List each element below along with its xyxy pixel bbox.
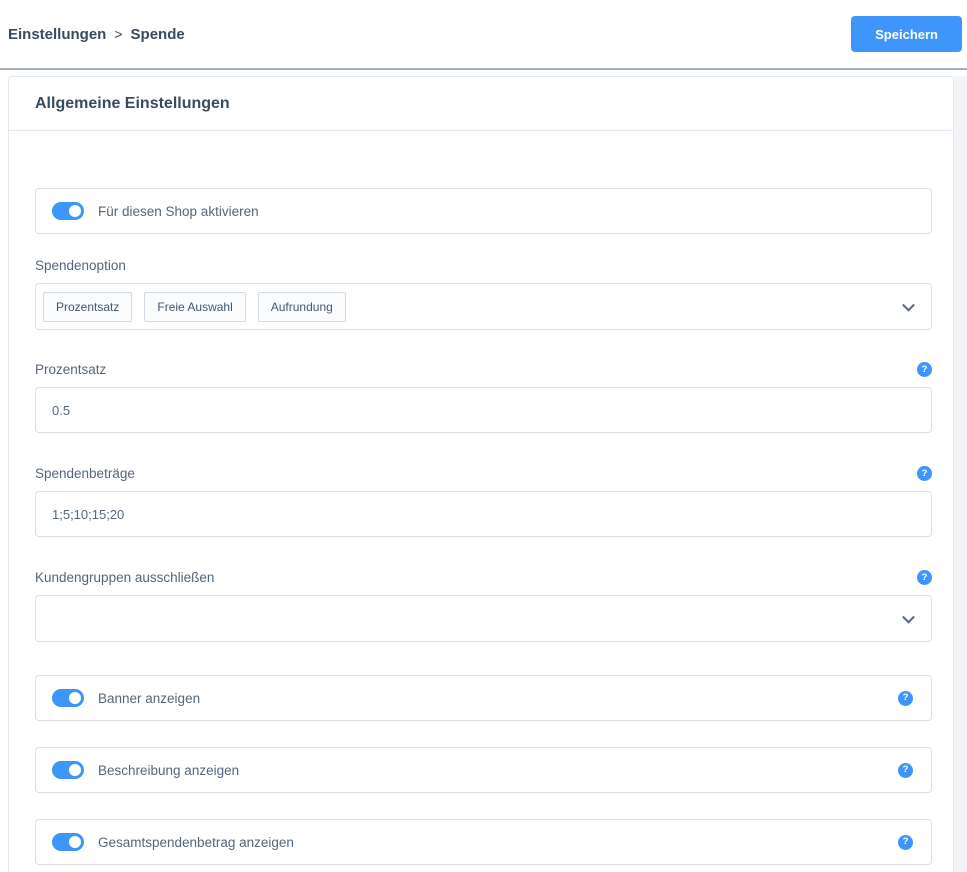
toggle-knob <box>69 692 81 704</box>
field-label-row: Prozentsatz ? <box>35 362 932 377</box>
chevron-down-icon[interactable] <box>902 610 915 624</box>
toggle-switch-on[interactable] <box>52 761 84 779</box>
toggle-switch-on[interactable] <box>52 689 84 707</box>
card-body: Für diesen Shop aktivieren Spendenoption… <box>9 131 953 865</box>
breadcrumb: Einstellungen > Spende <box>8 26 185 43</box>
percentage-input[interactable] <box>35 387 932 433</box>
toggle-switch-on[interactable] <box>52 833 84 851</box>
field-label-row: Spendenbeträge ? <box>35 466 932 481</box>
toggle-label: Für diesen Shop aktivieren <box>98 203 259 219</box>
help-icon[interactable]: ? <box>898 834 913 850</box>
field-label-row: Spendenoption <box>35 258 932 273</box>
page-content: Allgemeine Einstellungen Für diesen Shop… <box>0 76 967 872</box>
toggle-row-activate[interactable]: Für diesen Shop aktivieren <box>35 188 932 234</box>
save-button[interactable]: Speichern <box>851 16 962 52</box>
field-label: Kundengruppen ausschließen <box>35 570 215 585</box>
scrollbar[interactable] <box>954 76 967 872</box>
toggle-knob <box>69 836 81 848</box>
help-icon[interactable]: ? <box>917 466 932 481</box>
help-icon[interactable]: ? <box>917 570 932 585</box>
field-label: Spendenbeträge <box>35 466 135 481</box>
smart-bar: Einstellungen > Spende Speichern <box>0 0 967 68</box>
toggle-row-show-banner[interactable]: Banner anzeigen ? <box>35 675 932 721</box>
toggle-label: Banner anzeigen <box>98 690 201 706</box>
field-percentage: Prozentsatz ? <box>35 362 932 433</box>
field-exclude-customer-groups: Kundengruppen ausschließen ? <box>35 570 932 642</box>
field-label: Prozentsatz <box>35 362 107 377</box>
donation-amounts-input[interactable] <box>35 491 932 537</box>
help-icon[interactable]: ? <box>917 362 932 377</box>
field-donation-amounts: Spendenbeträge ? <box>35 466 932 537</box>
breadcrumb-parent[interactable]: Einstellungen <box>8 26 106 43</box>
chevron-right-icon: > <box>114 26 123 42</box>
help-icon[interactable]: ? <box>898 690 913 706</box>
toggle-row-show-description[interactable]: Beschreibung anzeigen ? <box>35 747 932 793</box>
field-donation-option: Spendenoption Prozentsatz Freie Auswahl … <box>35 258 932 330</box>
topbar-divider <box>0 68 967 70</box>
toggle-row-show-total[interactable]: Gesamtspendenbetrag anzeigen ? <box>35 819 932 865</box>
chevron-down-icon[interactable] <box>902 298 915 312</box>
selected-tag: Freie Auswahl <box>144 291 246 322</box>
toggle-label: Gesamtspendenbetrag anzeigen <box>98 834 294 850</box>
toggle-switch-on[interactable] <box>52 202 84 220</box>
toggle-knob <box>69 764 81 776</box>
breadcrumb-current: Spende <box>130 25 185 43</box>
selected-tag: Prozentsatz <box>43 291 133 322</box>
field-label: Spendenoption <box>35 258 126 273</box>
help-icon[interactable]: ? <box>898 762 913 778</box>
card-title: Allgemeine Einstellungen <box>9 77 953 131</box>
field-label-row: Kundengruppen ausschließen ? <box>35 570 932 585</box>
customer-groups-select[interactable] <box>35 595 932 642</box>
selected-tag: Aufrundung <box>257 291 346 322</box>
toggle-label: Beschreibung anzeigen <box>98 762 240 778</box>
settings-card: Allgemeine Einstellungen Für diesen Shop… <box>8 76 954 872</box>
donation-option-select[interactable]: Prozentsatz Freie Auswahl Aufrundung <box>35 283 932 330</box>
toggle-knob <box>69 205 81 217</box>
